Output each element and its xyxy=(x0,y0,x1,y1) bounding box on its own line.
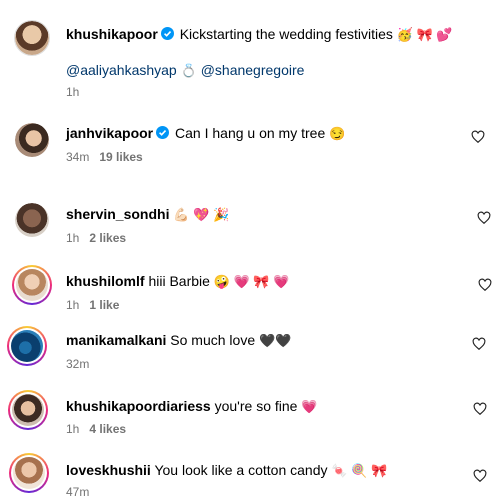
comment-text: You look like a cotton candy xyxy=(154,462,328,478)
comment-time: 47m xyxy=(66,485,90,499)
comment-username[interactable]: khushikapoordiariess xyxy=(66,398,211,414)
comment-text: Can I hang u on my tree xyxy=(175,125,326,141)
story-ring-avatar[interactable] xyxy=(12,265,52,305)
comment-username[interactable]: loveskhushii xyxy=(66,462,151,478)
comment-time: 32m xyxy=(66,357,90,371)
story-ring-avatar[interactable] xyxy=(7,326,47,366)
mention-link[interactable]: @aaliyahkashyap xyxy=(66,62,177,78)
comment-time: 34m xyxy=(66,150,90,164)
heart-icon[interactable] xyxy=(472,337,486,351)
heart-icon[interactable] xyxy=(473,469,487,483)
ring-emoji: 💍 xyxy=(180,63,197,78)
heart-icon[interactable] xyxy=(471,130,485,144)
comment-time: 1h xyxy=(66,85,80,99)
comment-emoji: 💪🏻 💖 🎉 xyxy=(173,207,230,222)
heart-icon[interactable] xyxy=(478,278,492,292)
verified-badge-icon xyxy=(160,27,174,40)
avatar[interactable] xyxy=(15,203,49,237)
heart-icon[interactable] xyxy=(477,211,491,225)
comment-text: Kickstarting the wedding festivities xyxy=(179,26,393,42)
comment-time: 1h xyxy=(66,298,80,312)
comment-emoji: 🤪 💗 🎀 💗 xyxy=(213,274,290,289)
comment-emoji: 🖤🖤 xyxy=(259,333,292,348)
likes-count[interactable]: 1 like xyxy=(89,298,119,312)
verified-badge-icon xyxy=(156,126,170,139)
comment-emoji: 💗 xyxy=(301,399,318,414)
comment-text: you're so fine xyxy=(214,398,298,414)
likes-count[interactable]: 2 likes xyxy=(89,231,126,245)
avatar[interactable] xyxy=(14,20,50,56)
mention-link[interactable]: @shanegregoire xyxy=(201,62,305,78)
comment-username[interactable]: manikamalkani xyxy=(66,332,166,348)
comment-username[interactable]: janhvikapoor xyxy=(66,125,153,141)
comment-username[interactable]: shervin_sondhi xyxy=(66,206,169,222)
heart-icon[interactable] xyxy=(473,402,487,416)
story-ring-avatar[interactable] xyxy=(9,453,49,493)
likes-count[interactable]: 4 likes xyxy=(89,422,126,436)
comment-username[interactable]: khushikapoor xyxy=(66,26,158,42)
comment-text: So much love xyxy=(170,332,256,348)
comment-time: 1h xyxy=(66,422,80,436)
comment-text: hiii Barbie xyxy=(148,273,210,289)
comment-emoji: 🥳 🎀 💕 xyxy=(396,27,453,42)
comment-username[interactable]: khushilomlf xyxy=(66,273,145,289)
comment-emoji: 🍬 🍭 🎀 xyxy=(331,463,388,478)
avatar[interactable] xyxy=(15,123,49,157)
story-ring-avatar[interactable] xyxy=(8,390,48,430)
comment-emoji: 😏 xyxy=(329,126,346,141)
comment-time: 1h xyxy=(66,231,80,245)
likes-count[interactable]: 19 likes xyxy=(99,150,142,164)
